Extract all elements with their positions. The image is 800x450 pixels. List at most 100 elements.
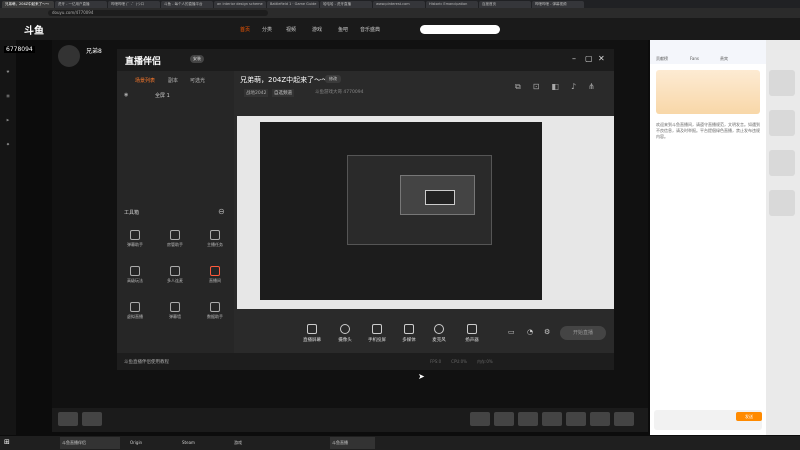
tab-scenes[interactable]: 场景列表 <box>135 77 155 84</box>
close-icon[interactable]: ✕ <box>598 54 605 63</box>
tool-virtual[interactable]: 虚拟直播 <box>122 302 148 330</box>
virtual-icon <box>130 302 140 312</box>
chat-icon <box>130 230 140 240</box>
chat-tab[interactable]: Fans <box>690 56 699 61</box>
tutorial-link[interactable]: 斗鱼直播伴侣使用教程 <box>124 359 169 365</box>
gift-item[interactable] <box>518 412 538 426</box>
video-icon[interactable]: ▶ <box>3 118 13 130</box>
tool-advanced[interactable]: 高级玩法 <box>122 266 148 294</box>
tag-button[interactable]: 自选频道 <box>272 89 294 97</box>
gear-icon[interactable]: ⚙ <box>544 328 550 336</box>
promo-item[interactable] <box>769 110 795 136</box>
browser-tab[interactable]: Battlefield 1 · Game Guide <box>267 1 319 8</box>
send-button[interactable]: 发送 <box>736 412 762 421</box>
viewer-count: 6778094 <box>4 46 35 53</box>
promo-item[interactable] <box>769 150 795 176</box>
browser-tab[interactable]: www.pinterest.com <box>373 1 425 8</box>
microphone-button[interactable]: 麦克风 <box>425 324 453 343</box>
gift-item[interactable] <box>614 412 634 426</box>
tool-data[interactable]: 数据助手 <box>202 302 228 330</box>
record-icon[interactable]: ▭ <box>508 328 515 336</box>
mouse-cursor-icon: ➤ <box>418 372 425 381</box>
browser-tab[interactable]: 哈哈哈 - 虎牙直播 <box>320 1 372 8</box>
category-icon[interactable]: ▦ <box>3 94 13 106</box>
share-icon[interactable]: ⋔ <box>588 82 595 92</box>
taskbar-item[interactable]: Origin <box>128 437 173 449</box>
nav-fishbar[interactable]: 鱼吧 <box>338 26 348 33</box>
gift-item[interactable] <box>470 412 490 426</box>
tool-admin[interactable]: 房管助手 <box>162 230 188 258</box>
scene-item[interactable]: 全屏 1 <box>155 92 170 99</box>
search-input[interactable] <box>420 25 500 34</box>
app-logo: 直播伴侣 <box>125 57 162 67</box>
collapse-icon[interactable]: ⊖ <box>218 207 225 216</box>
taskbar <box>0 436 800 450</box>
game-icon[interactable]: ◆ <box>3 142 13 154</box>
minimize-icon[interactable]: – <box>572 54 576 63</box>
bell-icon[interactable]: ♪ <box>571 82 576 92</box>
tab-optional[interactable]: 可选光 <box>190 77 205 84</box>
windows-start-icon[interactable]: ⊞ <box>4 438 10 446</box>
gift-item[interactable] <box>494 412 514 426</box>
nav-home[interactable]: 首页 <box>240 26 250 33</box>
nav-video[interactable]: 视频 <box>286 26 296 33</box>
browser-tab[interactable]: 兄弟萌，204Z中起来了～～ <box>2 1 54 8</box>
layout-icon[interactable]: ⧉ <box>515 82 521 92</box>
tool-danmaku[interactable]: 弹幕助手 <box>122 230 148 258</box>
url-field[interactable]: douyu.com/4770094 <box>48 10 268 16</box>
tool-tasks[interactable]: 主播任务 <box>202 230 228 258</box>
browser-tab[interactable]: 斗鱼 - 每个人的直播平台 <box>161 1 213 8</box>
cpu-stat: CPU:0% <box>451 359 467 364</box>
browser-tab[interactable]: 哔哩哔哩 - 弹幕视频 <box>532 1 584 8</box>
nav-game[interactable]: 游戏 <box>312 26 322 33</box>
app-version-badge[interactable]: 安装 <box>190 55 204 63</box>
taskbar-item[interactable]: 斗鱼直播伴侣 <box>60 437 120 449</box>
tab-copy[interactable]: 副本 <box>168 77 178 84</box>
promo-item[interactable] <box>769 70 795 96</box>
follow-icon[interactable]: ♥ <box>3 70 13 82</box>
browser-tab[interactable]: 哔哩哔哩 (゜-゜)つロ <box>108 1 160 8</box>
site-logo[interactable]: 斗鱼 <box>24 22 54 37</box>
tool-room[interactable]: 直播间 <box>202 266 228 294</box>
speaker-button[interactable]: 扬声器 <box>458 324 486 343</box>
taskbar-item[interactable]: 游戏 <box>232 437 277 449</box>
modify-title-button[interactable]: 修改 <box>325 75 341 83</box>
preview-nested-window <box>425 190 455 205</box>
timer-icon[interactable]: ◔ <box>527 328 533 336</box>
fps-stat: FPS:0 <box>430 359 442 364</box>
gift-item[interactable] <box>542 412 562 426</box>
media-button[interactable]: 多媒体 <box>395 324 423 343</box>
browser-tab[interactable]: 百度首页 <box>479 1 531 8</box>
eye-icon[interactable]: ◉ <box>124 92 128 98</box>
chat-tab[interactable]: 贵宾 <box>720 56 728 62</box>
speaker-icon <box>467 324 477 334</box>
start-live-button[interactable]: 开始直播 <box>560 326 606 340</box>
lock-icon[interactable]: ⊡ <box>533 82 540 92</box>
nav-category[interactable]: 分类 <box>262 26 272 33</box>
maximize-icon[interactable]: ▢ <box>585 54 593 63</box>
browser-tab[interactable]: Historic Emancipation <box>426 1 478 8</box>
taskbar-item[interactable]: 斗鱼直播 <box>330 437 375 449</box>
gift-item[interactable] <box>566 412 586 426</box>
browser-tab[interactable]: 虎牙 - 一亿用户直播 <box>55 1 107 8</box>
gift-item[interactable] <box>58 412 78 426</box>
chat-tab[interactable]: 贡献榜 <box>656 56 668 62</box>
taskbar-item[interactable]: Steam <box>180 437 225 449</box>
gift-item[interactable] <box>82 412 102 426</box>
tool-wall[interactable]: 弹幕墙 <box>162 302 188 330</box>
browser-tab[interactable]: an interior design scheme <box>214 1 266 8</box>
gift-item[interactable] <box>590 412 610 426</box>
memory-stat: 内存:0% <box>476 359 493 364</box>
camera-button[interactable]: 摄像头 <box>331 324 359 343</box>
phone-cast-button[interactable]: 手机投屏 <box>363 324 391 343</box>
avatar[interactable] <box>58 45 80 67</box>
record-icon[interactable]: ◧ <box>551 82 559 92</box>
game-category[interactable]: 战地2042 <box>244 89 269 97</box>
streamer-name[interactable]: 兄弟8 <box>86 46 102 55</box>
tool-multi[interactable]: 多人连麦 <box>162 266 188 294</box>
promo-item[interactable] <box>769 190 795 216</box>
monitor-icon <box>307 324 317 334</box>
screen-capture-button[interactable]: 直播屏幕 <box>298 324 326 343</box>
right-rail <box>766 40 800 435</box>
nav-music[interactable]: 音乐盛典 <box>360 26 380 33</box>
